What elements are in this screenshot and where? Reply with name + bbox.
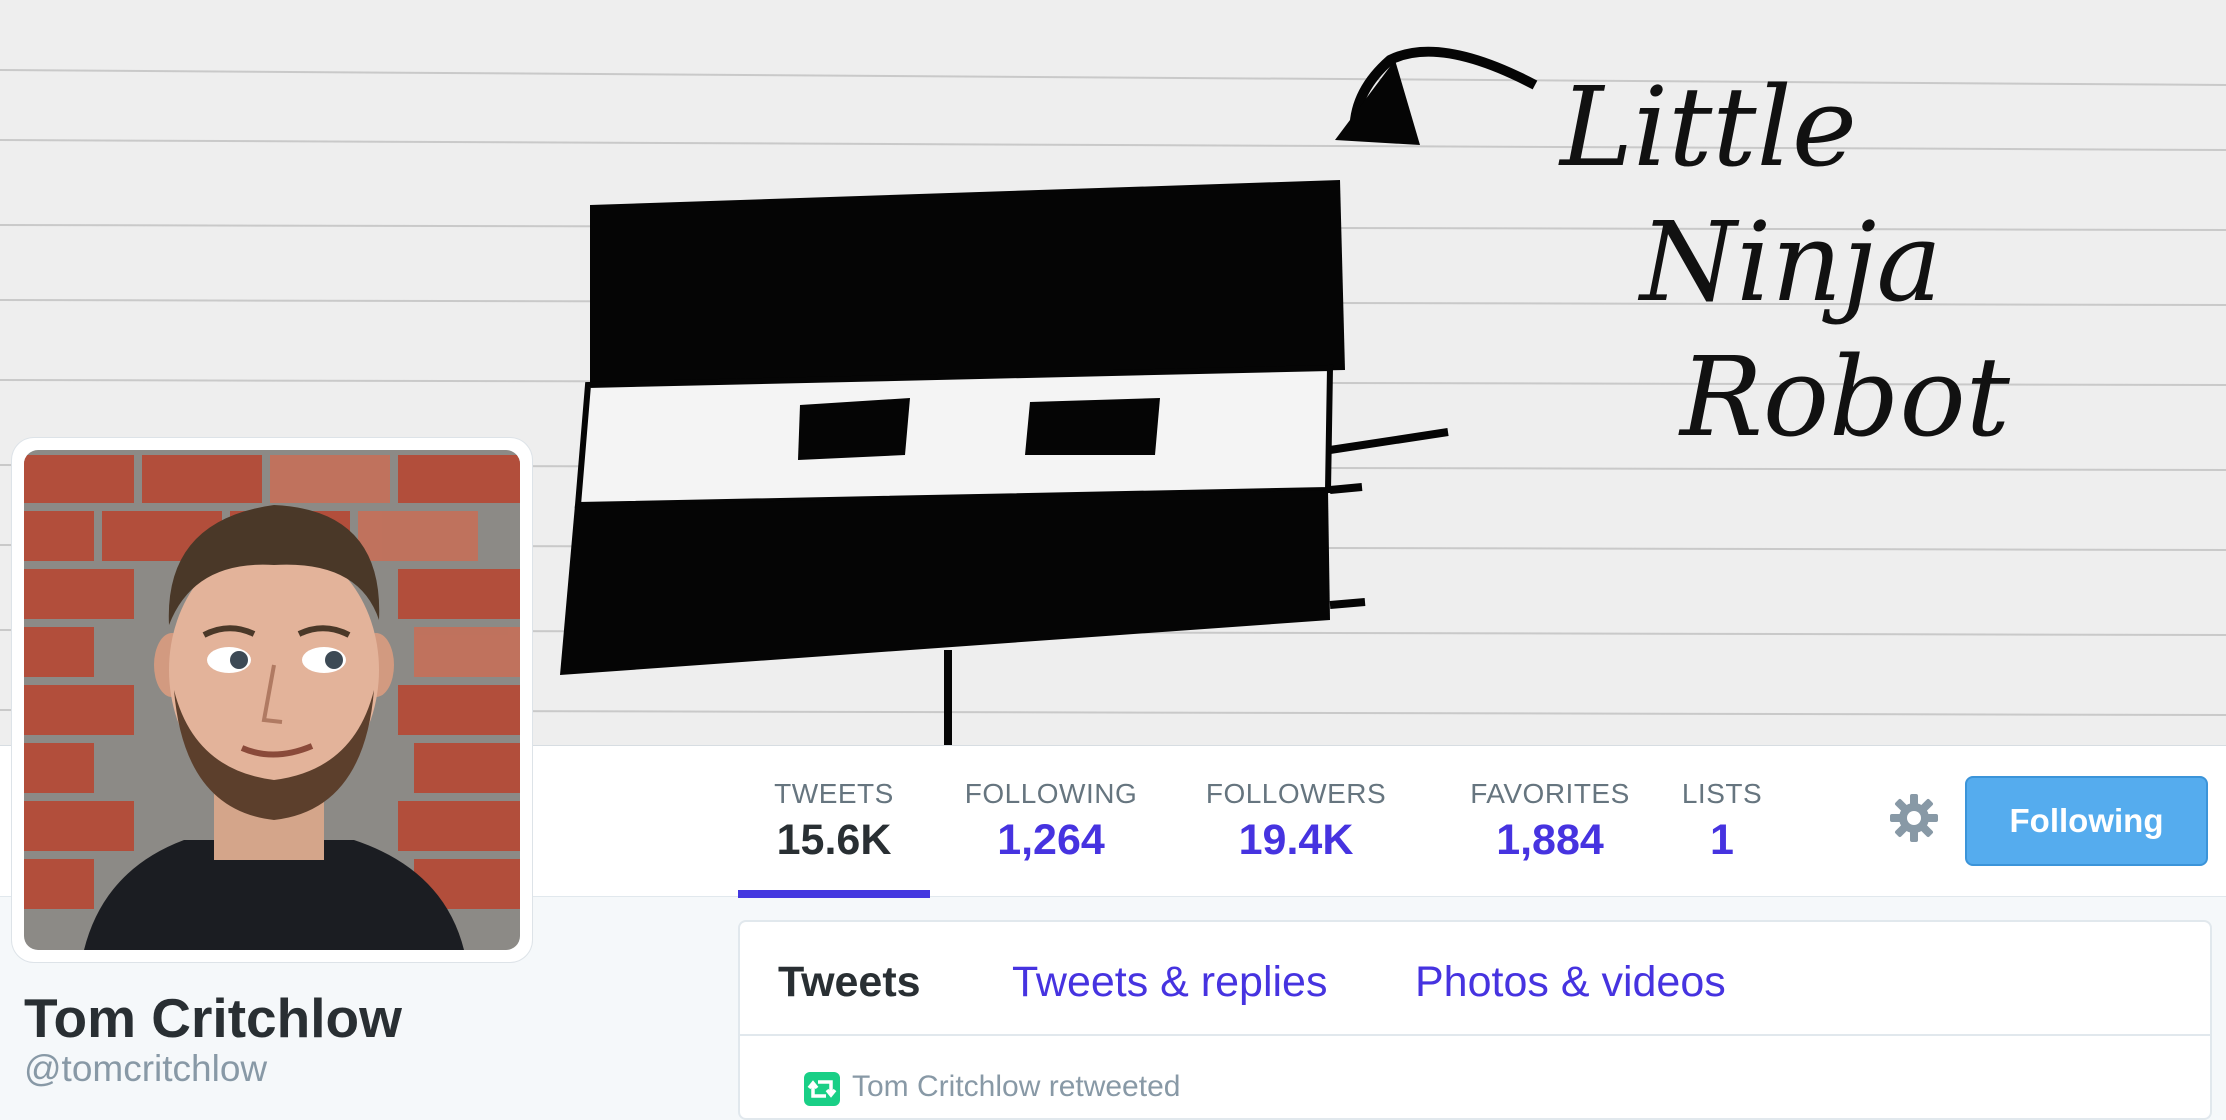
stat-followers[interactable]: FOLLOWERS 19.4K (1198, 746, 1394, 896)
stat-following[interactable]: FOLLOWING 1,264 (952, 746, 1150, 896)
active-tab-indicator (738, 890, 930, 898)
retweet-context[interactable]: Tom Critchlow retweeted (852, 1070, 1180, 1104)
avatar-photo (24, 450, 520, 950)
tab-photos-and-videos[interactable]: Photos & videos (1415, 958, 1726, 1007)
avatar[interactable] (12, 438, 532, 962)
following-button[interactable]: Following (1965, 776, 2208, 866)
stat-value: 19.4K (1238, 816, 1354, 864)
profile-name[interactable]: Tom Critchlow (24, 986, 402, 1050)
stat-label: TWEETS (774, 778, 894, 809)
stat-value: 1,264 (997, 816, 1105, 864)
stat-tweets[interactable]: TWEETS 15.6K (738, 746, 930, 898)
stat-value: 1 (1710, 816, 1734, 864)
stat-value: 1,884 (1496, 816, 1604, 864)
caption-line-1: Little (1558, 63, 1857, 191)
tab-tweets[interactable]: Tweets (778, 958, 921, 1007)
stat-label: FOLLOWERS (1205, 778, 1387, 809)
timeline-card: Tweets Tweets & replies Photos & videos … (738, 920, 2212, 1120)
timeline-tabs: Tweets Tweets & replies Photos & videos (740, 922, 2210, 1036)
stat-lists[interactable]: LISTS 1 (1672, 746, 1772, 896)
caption-line-2: Ninja (1637, 198, 1942, 326)
retweet-icon (804, 1072, 840, 1106)
caption-line-3: Robot (1678, 333, 2011, 461)
stat-favorites[interactable]: FAVORITES 1,884 (1450, 746, 1650, 896)
tab-tweets-and-replies[interactable]: Tweets & replies (1012, 958, 1327, 1007)
stat-label: FAVORITES (1470, 778, 1630, 809)
profile-handle[interactable]: @tomcritchlow (24, 1048, 267, 1090)
gear-icon[interactable] (1888, 792, 1940, 844)
stat-label: LISTS (1681, 778, 1763, 809)
stat-value: 15.6K (776, 816, 892, 864)
stat-label: FOLLOWING (964, 778, 1138, 809)
